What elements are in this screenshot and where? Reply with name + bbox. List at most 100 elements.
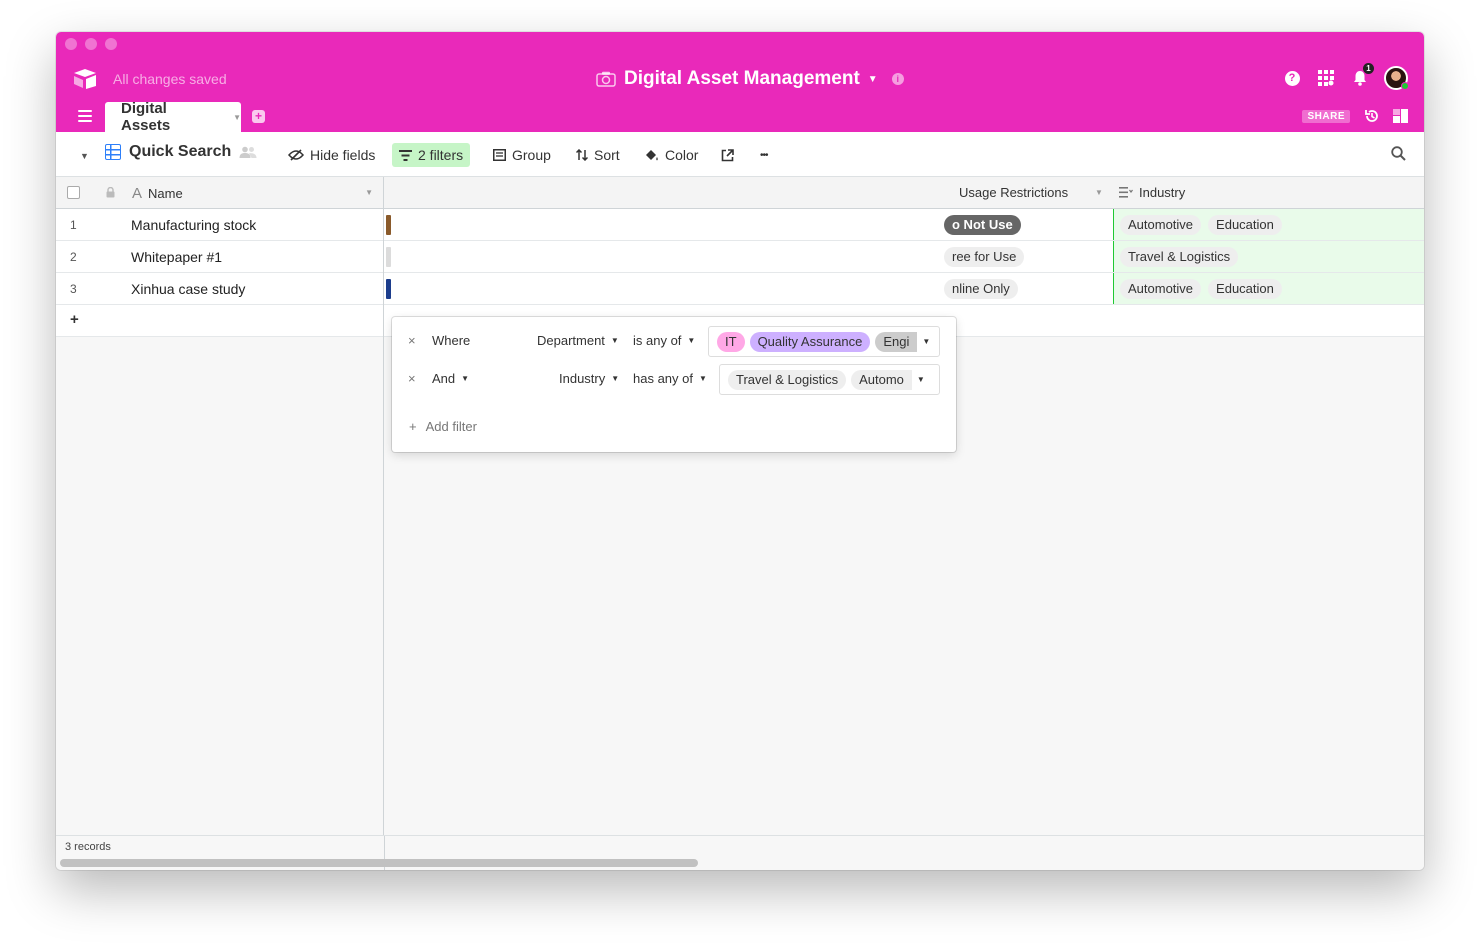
notifications-button[interactable]: 1 <box>1350 63 1374 89</box>
industry-chip: Automotive <box>1120 279 1202 299</box>
apps-button[interactable] <box>1316 67 1336 89</box>
filter-conjunction-label: And <box>432 371 456 386</box>
header-row: Usage Restrictions ▼ Industry <box>384 177 1424 209</box>
zoom-window-button[interactable] <box>105 38 117 50</box>
table-tabs: Digital Assets ▼ + SHARE <box>56 100 1424 134</box>
filter-operator-select[interactable]: has any of ▼ <box>633 371 707 386</box>
table-row[interactable]: nline Only Automotive Education <box>384 273 1424 305</box>
text-field-icon: A <box>132 185 143 202</box>
sort-icon <box>576 149 588 161</box>
group-button[interactable]: Group <box>486 143 558 167</box>
chevron-down-icon[interactable]: ▼ <box>365 188 373 197</box>
filter-icon <box>399 149 412 161</box>
search-icon[interactable] <box>1391 146 1406 161</box>
tab-label: Digital Assets <box>121 100 171 134</box>
filter-value-chips: IT Quality Assurance Engi <box>717 331 918 352</box>
history-icon[interactable] <box>1364 108 1380 124</box>
usage-chip: nline Only <box>944 279 1018 299</box>
hide-fields-label: Hide fields <box>310 147 376 163</box>
view-switcher-chevron-icon[interactable]: ▼ <box>80 151 89 161</box>
add-table-icon[interactable]: + <box>252 110 265 123</box>
chevron-down-icon: ▼ <box>461 374 470 383</box>
filter-operator-select[interactable]: is any of ▼ <box>633 333 695 348</box>
camera-icon <box>596 71 616 87</box>
paint-bucket-icon <box>646 149 658 160</box>
data-grid: A Name ▼ 1 Manufacturing stock 2 Whitepa… <box>56 177 1424 835</box>
remove-filter-icon[interactable]: × <box>408 371 416 386</box>
close-window-button[interactable] <box>65 38 77 50</box>
minimize-window-button[interactable] <box>85 38 97 50</box>
filter-label: 2 filters <box>418 147 464 163</box>
window-controls <box>65 38 117 50</box>
attachment-thumbnail[interactable] <box>386 247 391 267</box>
chevron-down-icon[interactable]: ▼ <box>1095 188 1103 197</box>
group-icon <box>493 149 506 161</box>
table-row[interactable]: ree for Use Travel & Logistics <box>384 241 1424 273</box>
industry-chip: Automotive <box>1120 215 1202 235</box>
hide-fields-icon <box>288 149 304 161</box>
filter-field-label: Department <box>537 333 605 348</box>
header-row: A Name ▼ <box>56 177 383 209</box>
filter-button[interactable]: 2 filters <box>392 143 471 167</box>
group-label: Group <box>512 147 551 163</box>
more-options-button[interactable]: ••• <box>753 143 775 167</box>
filter-conjunction-select[interactable]: And ▼ <box>432 371 469 386</box>
table-row[interactable]: o Not Use Automotive Education <box>384 209 1424 241</box>
usage-column-header[interactable]: Usage Restrictions <box>959 185 1068 200</box>
plus-icon: + <box>70 311 79 328</box>
filter-field-label: Industry <box>559 371 606 386</box>
chevron-down-icon: ▼ <box>916 375 925 384</box>
sort-button[interactable]: Sort <box>569 143 627 167</box>
usage-chip: o Not Use <box>944 215 1021 235</box>
chevron-down-icon[interactable]: ▼ <box>868 74 878 85</box>
share-view-button[interactable] <box>714 143 741 167</box>
grid-footer: 3 records <box>56 835 1424 870</box>
row-name[interactable]: Xinhua case study <box>131 281 245 297</box>
add-filter-button[interactable]: + Add filter <box>409 419 477 434</box>
share-button[interactable]: SHARE <box>1302 110 1350 123</box>
table-row[interactable]: 2 Whitepaper #1 <box>56 241 383 273</box>
attachment-thumbnail[interactable] <box>386 279 391 299</box>
row-name[interactable]: Whitepaper #1 <box>131 249 222 265</box>
row-name[interactable]: Manufacturing stock <box>131 217 256 233</box>
chevron-down-icon[interactable]: ▼ <box>233 113 241 122</box>
filter-field-select[interactable]: Industry ▼ <box>559 371 619 386</box>
menu-icon[interactable] <box>78 110 92 125</box>
filter-field-select[interactable]: Department ▼ <box>537 333 619 348</box>
attachment-thumbnail[interactable] <box>386 215 391 235</box>
row-number: 1 <box>70 218 77 232</box>
select-all-checkbox[interactable] <box>67 186 80 199</box>
table-row[interactable]: 3 Xinhua case study <box>56 273 383 305</box>
chevron-down-icon: ▼ <box>699 374 707 383</box>
name-column-header[interactable]: A Name <box>132 185 183 202</box>
add-row-button[interactable]: + <box>56 305 383 337</box>
industry-column-header[interactable]: Industry <box>1119 185 1185 200</box>
industry-chip: Education <box>1208 279 1282 299</box>
tab-digital-assets[interactable]: Digital Assets ▼ <box>105 100 241 134</box>
industry-column-label: Industry <box>1139 185 1186 200</box>
filter-value-chip: IT <box>717 331 745 352</box>
chevron-down-icon: ▼ <box>922 337 931 346</box>
industry-chips: Automotive Education <box>1120 215 1282 235</box>
horizontal-scrollbar[interactable] <box>60 859 698 867</box>
industry-chip: Education <box>1208 215 1282 235</box>
table-row[interactable]: 1 Manufacturing stock <box>56 209 383 241</box>
help-button[interactable]: ? <box>1282 67 1302 89</box>
apps-grid-icon <box>1318 70 1334 86</box>
avatar[interactable] <box>1384 66 1409 90</box>
remove-filter-icon[interactable]: × <box>408 333 416 348</box>
filter-value-select[interactable]: Travel & Logistics Automo ▼ <box>719 364 940 395</box>
online-status-dot <box>1401 82 1409 90</box>
sort-label: Sort <box>594 147 620 163</box>
grid-right-pane: Usage Restrictions ▼ Industry o Not Use … <box>384 177 1424 835</box>
color-button[interactable]: Color <box>638 143 705 167</box>
airtable-logo-icon[interactable] <box>72 68 98 90</box>
view-name[interactable]: Quick Search <box>105 143 257 161</box>
base-title[interactable]: Digital Asset Management ▼ i <box>596 68 904 90</box>
multi-select-icon <box>1119 187 1133 198</box>
filter-value-chips: Travel & Logistics Automo <box>728 369 912 390</box>
blocks-icon[interactable] <box>1393 109 1408 123</box>
info-icon[interactable]: i <box>891 73 904 85</box>
hide-fields-button[interactable]: Hide fields <box>281 143 382 167</box>
filter-value-select[interactable]: IT Quality Assurance Engi ▼ <box>708 326 940 357</box>
